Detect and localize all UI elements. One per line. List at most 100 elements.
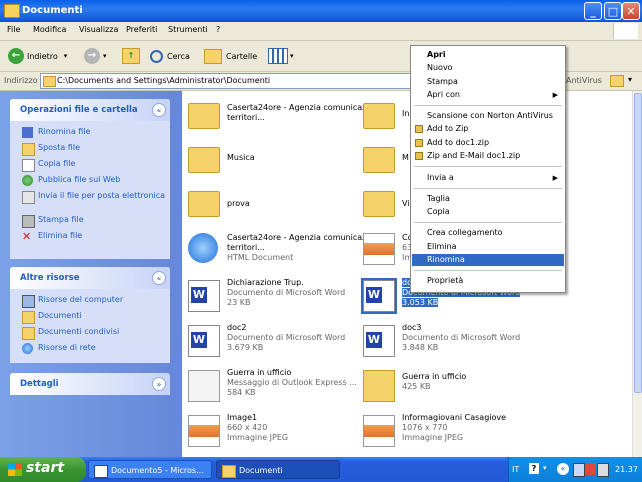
delete-x-icon: ✕ xyxy=(22,230,32,243)
file-type: 425 KB xyxy=(402,382,431,391)
task-copy-file[interactable]: Copia file xyxy=(10,157,170,173)
menu-item-label: Add to Zip xyxy=(427,124,469,133)
antivirus-tray-icon[interactable] xyxy=(585,463,595,475)
taskbar-button-word[interactable]: Documento5 - Micros... xyxy=(88,460,212,479)
menu-strumenti[interactable]: Strumenti xyxy=(168,25,208,34)
menu-item-label: Copia xyxy=(427,207,450,216)
place-label: Documenti condivisi xyxy=(38,327,120,336)
folder-icon xyxy=(363,103,395,129)
menu-item-print[interactable]: Stampa xyxy=(412,76,564,88)
collapse-icon[interactable]: « xyxy=(152,103,166,117)
back-arrow-icon: ← xyxy=(8,48,24,64)
clock[interactable]: 21.37 xyxy=(615,465,638,474)
menu-item-rename[interactable]: Rinomina xyxy=(412,254,564,266)
taskbar-button-documenti[interactable]: Documenti xyxy=(216,460,340,479)
menu-separator xyxy=(414,166,562,167)
folders-button[interactable]: Cartelle xyxy=(204,47,257,65)
menu-item-properties[interactable]: Proprietà xyxy=(412,275,564,287)
expand-icon[interactable]: » xyxy=(152,377,166,391)
menu-item-label: Taglia xyxy=(427,194,450,203)
windows-flag-icon xyxy=(8,463,22,476)
maximize-button[interactable]: □ xyxy=(604,2,622,20)
vertical-scrollbar[interactable] xyxy=(632,91,642,457)
menu-item-delete[interactable]: Elimina xyxy=(412,241,564,253)
scrollbar-thumb[interactable] xyxy=(634,93,642,393)
details-header[interactable]: Dettagli » xyxy=(10,373,170,395)
collapse-icon[interactable]: « xyxy=(152,271,166,285)
up-folder-button[interactable]: ↑ xyxy=(122,47,140,65)
task-move-file[interactable]: Sposta file xyxy=(10,141,170,157)
language-indicator[interactable]: IT xyxy=(512,465,519,474)
task-label: Stampa file xyxy=(38,215,84,224)
menu-item-open[interactable]: Apri xyxy=(412,49,564,61)
menu-bar: File Modifica Visualizza Preferiti Strum… xyxy=(0,22,642,41)
menu-item-add-to-doc1-zip[interactable]: Add to doc1.zip xyxy=(412,137,564,149)
views-icon xyxy=(268,48,288,64)
submenu-arrow-icon: ▶ xyxy=(552,174,558,182)
menu-help[interactable]: ? xyxy=(216,25,220,34)
file-item[interactable]: Guerra in ufficio 425 KB xyxy=(357,366,577,406)
menu-item-open-with[interactable]: Apri con ▶ xyxy=(412,89,564,101)
task-print-file[interactable]: Stampa file xyxy=(10,213,170,229)
file-item[interactable]: Informagiovani Casagiove 1076 x 770 Immagi… xyxy=(357,411,577,451)
task-rename-file[interactable]: Rinomina file xyxy=(10,125,170,141)
folders-label: Cartelle xyxy=(226,51,258,61)
start-button[interactable]: start xyxy=(0,457,86,482)
search-icon xyxy=(150,49,163,63)
tasks-panel-title: Operazioni file e cartella xyxy=(20,105,138,115)
chevron-down-icon[interactable]: ▾ xyxy=(543,464,547,472)
place-my-documents[interactable]: Documenti xyxy=(10,309,170,325)
menu-visualizza[interactable]: Visualizza xyxy=(79,25,118,34)
menu-preferiti[interactable]: Preferiti xyxy=(126,25,157,34)
other-places-panel: Altre risorse « Risorse del computer Doc… xyxy=(10,267,170,363)
menu-item-new[interactable]: Nuovo xyxy=(412,62,564,74)
file-name: doc3 xyxy=(402,323,422,332)
other-places-header[interactable]: Altre risorse « xyxy=(10,267,170,289)
menu-item-norton-scan[interactable]: Scansione con Norton AntiVirus xyxy=(412,110,564,122)
task-delete-file[interactable]: ✕ Elimina file xyxy=(10,229,170,245)
menu-separator xyxy=(414,188,562,189)
task-send-email[interactable]: Invia il file per posta elettronica xyxy=(10,189,170,213)
views-button[interactable]: ▾ xyxy=(268,47,294,65)
menu-file[interactable]: File xyxy=(7,25,20,34)
winzip-icon xyxy=(415,125,423,133)
chevron-down-icon[interactable]: ▾ xyxy=(64,52,68,60)
norton-icon[interactable] xyxy=(610,75,624,87)
menu-modifica[interactable]: Modifica xyxy=(33,25,66,34)
place-my-computer[interactable]: Risorse del computer xyxy=(10,293,170,309)
jpeg-image-icon xyxy=(188,415,220,447)
folder-icon xyxy=(188,103,220,129)
menu-item-cut[interactable]: Taglia xyxy=(412,193,564,205)
chevron-down-icon[interactable]: ▾ xyxy=(103,52,107,60)
menu-item-copy[interactable]: Copia xyxy=(412,206,564,218)
menu-item-add-to-zip[interactable]: Add to Zip xyxy=(412,123,564,135)
search-button[interactable]: Cerca xyxy=(150,47,190,65)
task-publish-web[interactable]: Pubblica file sul Web xyxy=(10,173,170,189)
menu-item-create-shortcut[interactable]: Crea collegamento xyxy=(412,227,564,239)
forward-arrow-icon: → xyxy=(84,48,100,64)
network-icon xyxy=(22,343,33,354)
file-item[interactable]: doc3Documento di Microsoft Word3.848 KB xyxy=(357,321,577,361)
window-titlebar[interactable]: Documenti _ □ ✕ xyxy=(0,0,642,22)
task-label: Elimina file xyxy=(38,231,83,240)
zip-archive-icon xyxy=(363,370,395,402)
tasks-panel-header[interactable]: Operazioni file e cartella « xyxy=(10,99,170,121)
word-document-icon xyxy=(361,278,397,314)
help-icon[interactable]: ? xyxy=(529,463,539,474)
back-button[interactable]: ← Indietro ▾ xyxy=(8,47,67,65)
expand-tray-icon[interactable]: « xyxy=(557,463,569,475)
menu-item-zip-email[interactable]: Zip and E-Mail doc1.zip xyxy=(412,150,564,162)
folders-icon xyxy=(204,48,222,64)
network-icon[interactable] xyxy=(573,463,585,477)
task-label: Invia il file per posta elettronica xyxy=(38,191,166,200)
menu-item-send-to[interactable]: Invia a ▶ xyxy=(412,172,564,184)
menu-item-label: Apri con xyxy=(427,90,460,99)
chevron-down-icon[interactable]: ▾ xyxy=(628,75,632,84)
place-shared-documents[interactable]: Documenti condivisi xyxy=(10,325,170,341)
forward-button[interactable]: → ▾ xyxy=(84,47,107,65)
close-button[interactable]: ✕ xyxy=(622,2,640,20)
address-input[interactable]: C:\Documents and Settings\Administrator\… xyxy=(40,73,412,89)
minimize-button[interactable]: _ xyxy=(584,2,602,20)
place-network[interactable]: Risorse di rete xyxy=(10,341,170,357)
volume-icon[interactable] xyxy=(597,463,609,477)
